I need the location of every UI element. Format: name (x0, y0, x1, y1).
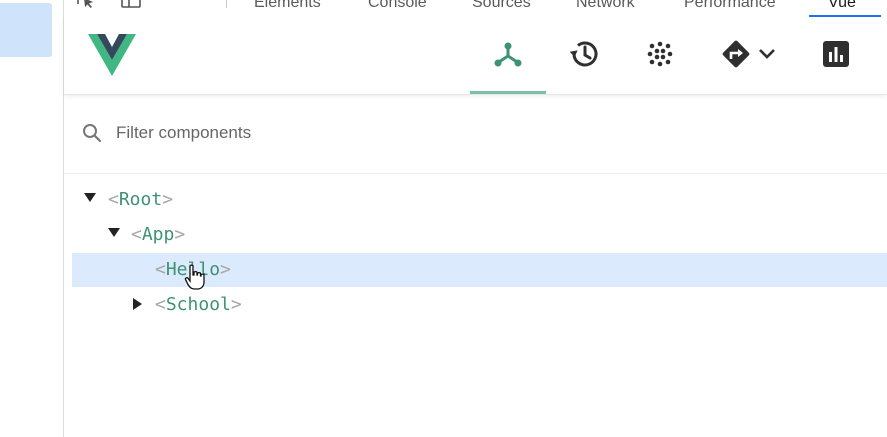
routing-tab[interactable] (712, 18, 784, 94)
inspect-element-icon[interactable] (76, 0, 98, 15)
filter-components-input[interactable] (116, 119, 616, 147)
tab-vue[interactable]: Vue (828, 0, 856, 12)
search-icon (82, 123, 102, 148)
collapse-arrow-icon[interactable] (108, 228, 120, 237)
components-tab[interactable] (470, 18, 546, 94)
active-tab-underline (809, 15, 881, 17)
collapse-arrow-icon[interactable] (84, 193, 96, 202)
tab-elements[interactable]: Elements (254, 0, 321, 12)
tree-node-label: <Root> (108, 189, 174, 210)
tab-sources[interactable]: Sources (472, 0, 531, 12)
performance-tab[interactable] (808, 18, 864, 94)
tree-node-label: <School> (155, 294, 242, 315)
tab-console[interactable]: Console (368, 0, 427, 12)
bar-chart-icon (822, 40, 850, 73)
vuex-tab[interactable] (632, 18, 688, 94)
devtools-tab-strip: Elements Console Sources Network Perform… (64, 0, 887, 19)
hand-pointer-cursor-icon (184, 264, 206, 295)
timeline-tab[interactable] (556, 18, 612, 94)
filter-bar (64, 95, 887, 174)
route-diamond-icon (720, 38, 752, 75)
device-toolbar-icon[interactable] (120, 0, 144, 15)
tree-node-app[interactable]: <App> (72, 218, 887, 252)
page-highlight-block (0, 3, 52, 57)
vuex-dots-icon (646, 40, 674, 73)
tab-network[interactable]: Network (576, 0, 635, 12)
tree-node-label: <App> (131, 224, 186, 245)
history-icon (568, 39, 600, 74)
vue-devtools-header (64, 18, 887, 95)
tree-node-root[interactable]: <Root> (72, 183, 887, 217)
expand-arrow-icon[interactable] (133, 298, 142, 310)
page-content-strip (0, 0, 63, 437)
component-tree-icon (493, 39, 523, 74)
toolbar-separator (226, 0, 227, 8)
tab-performance[interactable]: Performance (684, 0, 776, 12)
vue-logo (88, 34, 136, 81)
chevron-down-icon[interactable] (758, 47, 776, 65)
